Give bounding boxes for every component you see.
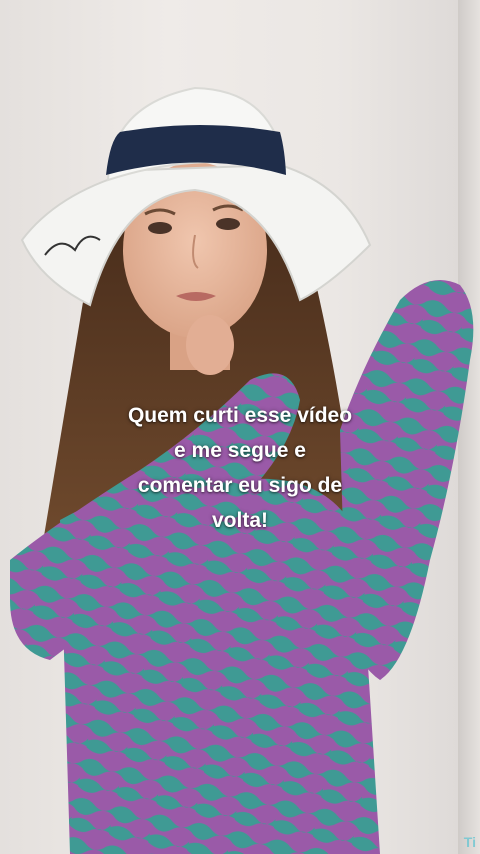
caption-line: Quem curti esse vídeo [127, 404, 353, 427]
watermark-logo: Ti [463, 834, 476, 850]
caption-line: comentar eu sigo de [137, 474, 343, 497]
hand [186, 315, 234, 375]
caption-overlay: Quem curti esse vídeo e me segue e comen… [0, 398, 480, 538]
caption-line: volta! [211, 509, 268, 532]
caption-line: e me segue e [174, 439, 306, 462]
video-frame: Quem curti esse vídeo e me segue e comen… [0, 0, 480, 854]
